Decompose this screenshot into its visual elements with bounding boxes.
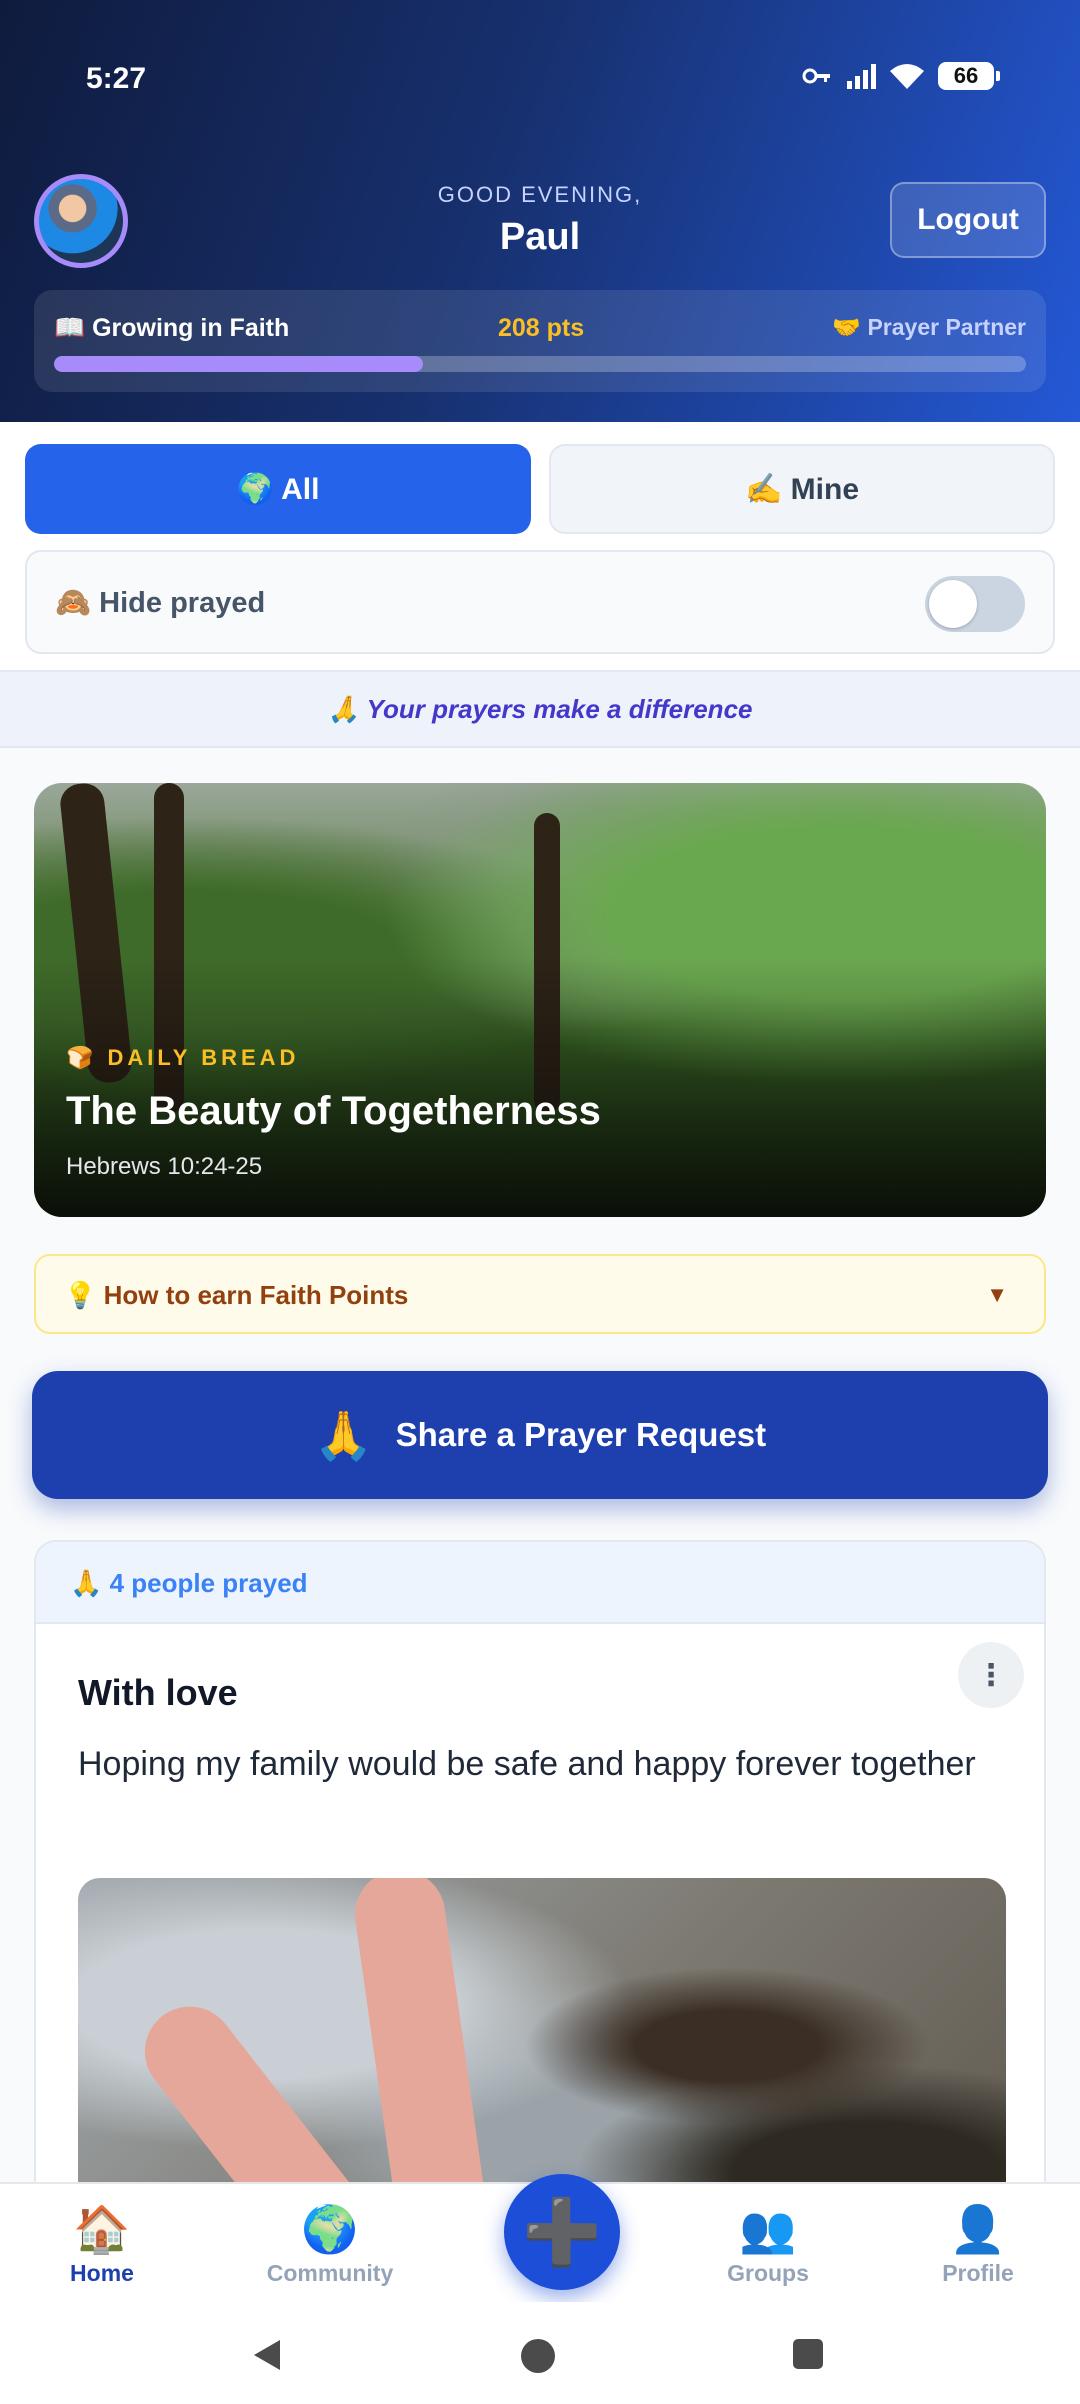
image-overlay [34,783,1046,1217]
nav-profile-label: Profile [942,2260,1014,2286]
earn-points-accordion[interactable]: 💡 How to earn Faith Points ▼ [34,1254,1046,1334]
signal-icon [846,63,876,89]
status-bar: 5:27 66 [0,0,1080,160]
post-header: 🙏 4 people prayed [36,1542,1044,1624]
nav-profile[interactable]: 👤 Profile [898,2202,1058,2287]
app-header: 5:27 66 GOOD EVENING, Paul Logout 📖 Grow… [0,0,1080,422]
post-title: With love [78,1672,238,1713]
faith-progress-bar [54,356,1026,372]
wifi-icon [890,63,924,89]
hide-prayed-row[interactable]: 🙈 Hide prayed [25,550,1055,654]
nav-community-label: Community [266,2260,394,2286]
tab-all[interactable]: 🌍 All [25,444,531,534]
faith-points: 208 pts [498,314,585,342]
nav-groups-label: Groups [727,2260,809,2286]
toggle-knob [929,580,977,628]
hide-prayed-toggle[interactable] [925,576,1025,632]
share-prayer-label: Share a Prayer Request [395,1416,767,1453]
daily-bread-tag: 🍞 DAILY BREAD [66,1045,300,1070]
battery-icon: 66 [938,62,1000,90]
hide-prayed-label: 🙈 Hide prayed [55,587,266,619]
more-options-icon[interactable]: ⋮ [958,1642,1024,1708]
plus-icon: ➕ [522,2195,602,2268]
encouragement-banner: 🙏 Your prayers make a difference [0,670,1080,748]
system-nav-bar [0,2302,1080,2404]
status-time: 5:27 [86,62,147,95]
praying-hands-icon: 🙏 [313,1409,374,1463]
post-body: Hoping my family would be safe and happy… [78,1745,976,1783]
faith-progress-fill [54,356,424,372]
profile-icon: 👤 [949,2203,1007,2255]
nav-community[interactable]: 🌍 Community [250,2202,410,2287]
daily-bread-title: The Beauty of Togetherness [66,1089,601,1133]
chevron-down-icon: ▼ [986,1282,1008,1307]
nav-groups[interactable]: 👥 Groups [688,2202,848,2287]
nav-home-label: Home [70,2260,134,2286]
next-level-label: 🤝 Prayer Partner [832,314,1026,340]
prayed-count: 🙏 4 people prayed [70,1568,308,1598]
faith-level-label: 📖 Growing in Faith [54,314,290,342]
earn-points-label: 💡 How to earn Faith Points [64,1280,409,1310]
recents-icon[interactable] [792,2338,824,2375]
status-icons: 66 [802,62,1000,90]
daily-bread-card[interactable]: 🍞 DAILY BREAD The Beauty of Togetherness… [34,783,1046,1217]
globe-icon: 🌍 [301,2203,359,2255]
home-circle-icon[interactable] [520,2338,556,2379]
add-prayer-fab[interactable]: ➕ [504,2174,620,2290]
faith-progress-card: 📖 Growing in Faith 208 pts 🤝 Prayer Part… [34,290,1046,392]
back-icon[interactable] [250,2338,284,2377]
nav-home[interactable]: 🏠 Home [22,2202,182,2287]
groups-icon: 👥 [739,2203,797,2255]
daily-bread-reference: Hebrews 10:24-25 [66,1153,263,1180]
home-icon: 🏠 [73,2203,131,2255]
tab-mine[interactable]: ✍️ Mine [549,444,1055,534]
vpn-key-icon [802,66,832,86]
share-prayer-button[interactable]: 🙏 Share a Prayer Request [32,1371,1048,1499]
logout-button[interactable]: Logout [890,182,1046,258]
